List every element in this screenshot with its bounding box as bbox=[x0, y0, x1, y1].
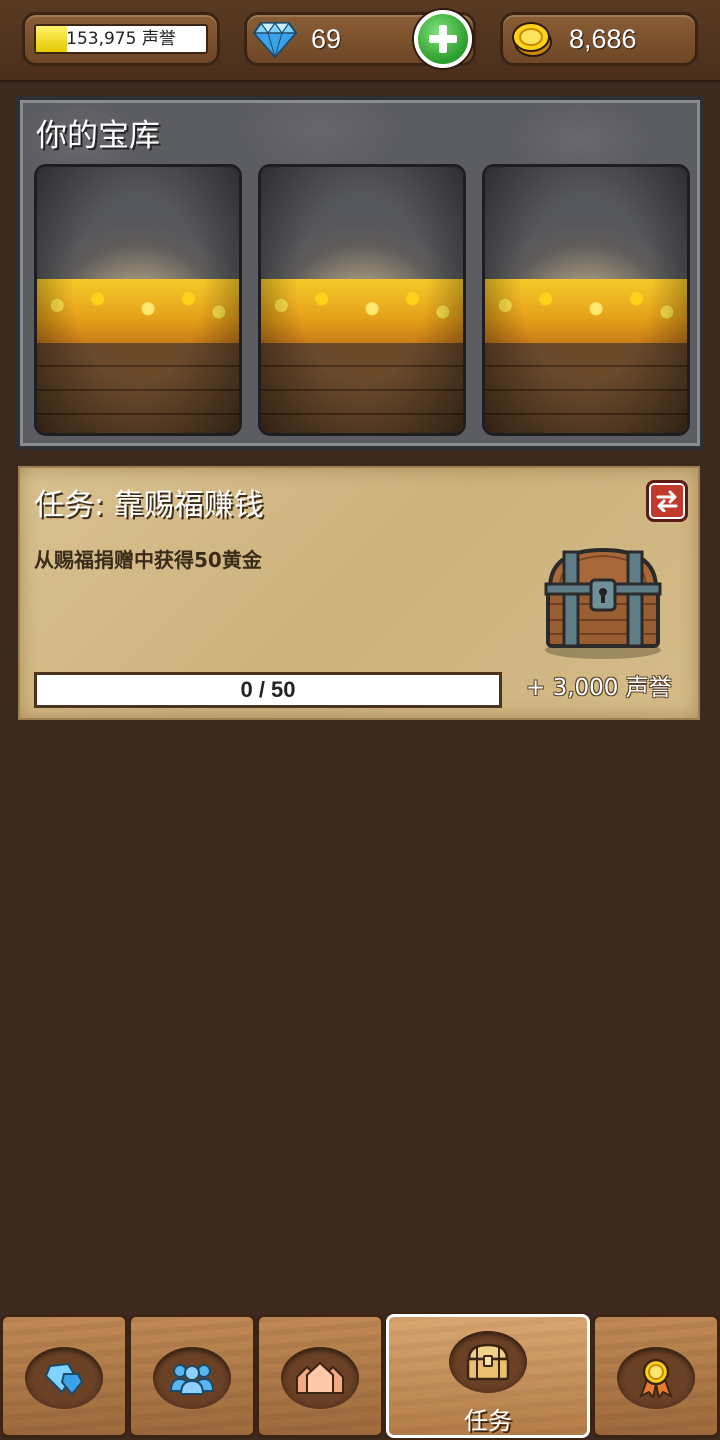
gem-icon bbox=[44, 1362, 84, 1396]
tab-houses[interactable] bbox=[256, 1314, 384, 1438]
people-icon bbox=[170, 1364, 214, 1395]
medal-icon bbox=[639, 1358, 673, 1398]
gold-coins-icon bbox=[512, 22, 552, 57]
tab-people[interactable] bbox=[128, 1314, 256, 1438]
vault-slot[interactable] bbox=[258, 164, 466, 436]
vault-title: 你的宝库 bbox=[36, 118, 160, 154]
tab-tasks-label: 任务 bbox=[464, 1407, 512, 1435]
vault-panel: 你的宝库 bbox=[16, 96, 704, 450]
reputation-text: 153,975 声誉 bbox=[66, 29, 176, 49]
swap-task-button[interactable] bbox=[646, 480, 688, 522]
task-card: 任务: 靠赐福赚钱 从赐福捐赠中获得50黄金 0 / 50 + 3,000 声誉 bbox=[18, 466, 700, 720]
swap-arrows-icon bbox=[656, 490, 678, 512]
reputation-bar: 153,975 声誉 bbox=[34, 24, 208, 54]
houses-icon bbox=[296, 1361, 344, 1394]
chest-icon bbox=[466, 1343, 510, 1381]
tab-gems[interactable] bbox=[0, 1314, 128, 1438]
bottom-nav: 任务 bbox=[0, 1312, 720, 1440]
vault-slot[interactable] bbox=[482, 164, 690, 436]
top-bar: 153,975 声誉 69 8,686 bbox=[0, 0, 720, 82]
reputation-meter[interactable]: 153,975 声誉 bbox=[22, 12, 220, 66]
task-progress-bar: 0 / 50 bbox=[34, 672, 502, 708]
task-title: 任务: 靠赐福赚钱 bbox=[34, 488, 264, 523]
tab-achievements[interactable] bbox=[592, 1314, 720, 1438]
gem-icon bbox=[253, 21, 297, 59]
add-gems-button[interactable] bbox=[414, 10, 472, 68]
gold-count: 8,686 bbox=[569, 24, 637, 54]
treasure-chest-icon bbox=[544, 547, 662, 659]
gem-count: 69 bbox=[311, 24, 342, 54]
task-description: 从赐福捐赠中获得50黄金 bbox=[34, 548, 262, 572]
tab-tasks[interactable]: 任务 bbox=[386, 1314, 590, 1438]
gold-counter[interactable]: 8,686 bbox=[500, 12, 698, 66]
task-reward: + 3,000 声誉 bbox=[526, 675, 672, 701]
vault-slot[interactable] bbox=[34, 164, 242, 436]
task-progress-text: 0 / 50 bbox=[240, 677, 296, 702]
